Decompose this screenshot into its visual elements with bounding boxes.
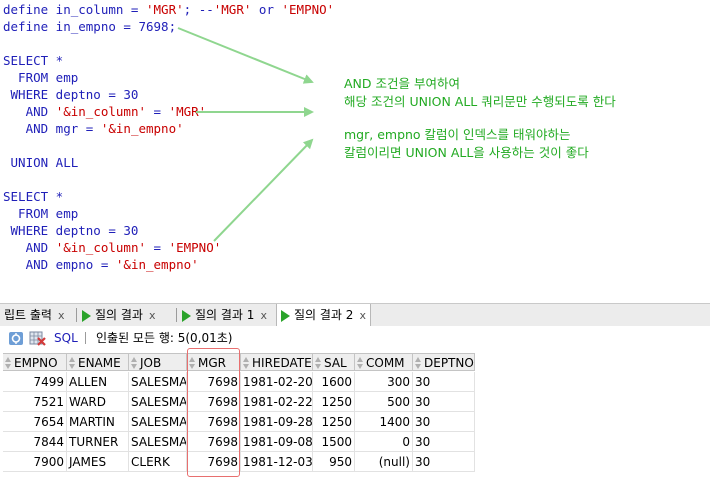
delete-grid-icon[interactable] — [29, 331, 47, 346]
cell-deptno[interactable]: 30 — [413, 372, 475, 392]
cell-ename[interactable]: WARD — [67, 392, 129, 412]
sort-icon[interactable] — [130, 356, 139, 370]
column-header-label: ENAME — [78, 356, 121, 370]
cell-ename[interactable]: JAMES — [67, 452, 129, 472]
note-line-4: 칼럼이리면 UNION ALL을 사용하는 것이 좋다 — [344, 145, 589, 160]
column-header-sal[interactable]: SAL — [313, 353, 355, 371]
cell-empno[interactable]: 7499 — [3, 372, 67, 392]
cell-empno[interactable]: 7844 — [3, 432, 67, 452]
sort-icon[interactable] — [68, 356, 77, 370]
run-icon — [281, 309, 290, 322]
column-header-hiredate[interactable]: HIREDATE — [241, 353, 313, 371]
note-line-3: mgr, empno 칼럼이 인덱스를 태워야하는 — [344, 127, 571, 142]
cell-hiredate[interactable]: 1981-02-20 — [241, 372, 313, 392]
cell-sal[interactable]: 1250 — [313, 392, 355, 412]
tab-separator — [76, 308, 77, 322]
cell-job[interactable]: SALESMAN — [129, 432, 187, 452]
column-header-label: HIREDATE — [252, 356, 312, 370]
column-header-label: EMPNO — [14, 356, 58, 370]
tab-query-result[interactable]: 질의 결과 x — [78, 304, 160, 326]
column-header-deptno[interactable]: DEPTNO — [413, 353, 475, 371]
cell-hiredate[interactable]: 1981-12-03 — [241, 452, 313, 472]
column-header-label: SAL — [324, 356, 347, 370]
sql-button[interactable]: SQL — [54, 326, 78, 350]
cell-sal[interactable]: 1500 — [313, 432, 355, 452]
close-icon[interactable]: x — [359, 309, 366, 322]
cell-sal[interactable]: 1250 — [313, 412, 355, 432]
cell-ename[interactable]: TURNER — [67, 432, 129, 452]
mgr-column-highlight — [187, 348, 240, 477]
cell-empno[interactable]: 7900 — [3, 452, 67, 472]
sort-icon[interactable] — [242, 356, 251, 370]
cell-comm[interactable]: (null) — [355, 452, 413, 472]
close-icon[interactable]: x — [260, 309, 267, 322]
sort-icon[interactable] — [356, 356, 365, 370]
tab-separator — [176, 308, 177, 322]
pin-icon[interactable] — [8, 331, 24, 346]
cell-ename[interactable]: MARTIN — [67, 412, 129, 432]
tab-label: 질의 결과 2 — [294, 308, 354, 322]
run-icon — [82, 309, 91, 322]
column-header-ename[interactable]: ENAME — [67, 353, 129, 371]
cell-job[interactable]: CLERK — [129, 452, 187, 472]
column-header-label: COMM — [366, 356, 405, 370]
cell-job[interactable]: SALESMAN — [129, 372, 187, 392]
arrow-to-second-and — [213, 138, 314, 242]
sort-icon[interactable] — [4, 356, 13, 370]
cell-comm[interactable]: 300 — [355, 372, 413, 392]
toolbar-separator — [85, 332, 86, 344]
note-line-2: 해당 조건의 UNION ALL 쿼리문만 수행되도록 한다 — [344, 94, 616, 109]
close-icon[interactable]: x — [58, 309, 65, 322]
result-tab-bar: 립트 출력 x 질의 결과 x 질의 결과 1 x 질의 결과 2 x — [0, 303, 710, 327]
cell-deptno[interactable]: 30 — [413, 412, 475, 432]
sort-icon[interactable] — [314, 356, 323, 370]
cell-empno[interactable]: 7654 — [3, 412, 67, 432]
sort-icon[interactable] — [414, 356, 423, 370]
cell-deptno[interactable]: 30 — [413, 452, 475, 472]
note-line-1: AND 조건을 부여하여 — [344, 76, 460, 91]
tab-script-output[interactable]: 립트 출력 x — [0, 304, 69, 326]
fetch-status: 인출된 모든 행: 5(0,01초) — [96, 331, 233, 345]
cell-job[interactable]: SALESMAN — [129, 412, 187, 432]
tab-label: 립트 출력 — [4, 308, 52, 322]
column-header-label: DEPTNO — [424, 356, 474, 370]
cell-hiredate[interactable]: 1981-09-08 — [241, 432, 313, 452]
column-header-job[interactable]: JOB — [129, 353, 187, 371]
column-header-empno[interactable]: EMPNO — [3, 353, 67, 371]
run-icon — [182, 309, 191, 322]
cell-comm[interactable]: 0 — [355, 432, 413, 452]
cell-hiredate[interactable]: 1981-09-28 — [241, 412, 313, 432]
close-icon[interactable]: x — [149, 309, 156, 322]
tab-label: 질의 결과 1 — [195, 308, 255, 322]
cell-job[interactable]: SALESMAN — [129, 392, 187, 412]
cell-comm[interactable]: 500 — [355, 392, 413, 412]
results-toolbar: SQL 인출된 모든 행: 5(0,01초) — [0, 326, 710, 350]
cell-deptno[interactable]: 30 — [413, 392, 475, 412]
tab-query-result-2[interactable]: 질의 결과 2 x — [276, 304, 371, 326]
tab-query-result-1[interactable]: 질의 결과 1 x — [178, 304, 271, 326]
cell-hiredate[interactable]: 1981-02-22 — [241, 392, 313, 412]
cell-deptno[interactable]: 30 — [413, 432, 475, 452]
arrow-to-define — [177, 27, 314, 84]
tab-label: 질의 결과 — [95, 308, 143, 322]
column-header-label: JOB — [140, 356, 162, 370]
column-header-comm[interactable]: COMM — [355, 353, 413, 371]
cell-sal[interactable]: 950 — [313, 452, 355, 472]
cell-ename[interactable]: ALLEN — [67, 372, 129, 392]
cell-comm[interactable]: 1400 — [355, 412, 413, 432]
cell-sal[interactable]: 1600 — [313, 372, 355, 392]
cell-empno[interactable]: 7521 — [3, 392, 67, 412]
